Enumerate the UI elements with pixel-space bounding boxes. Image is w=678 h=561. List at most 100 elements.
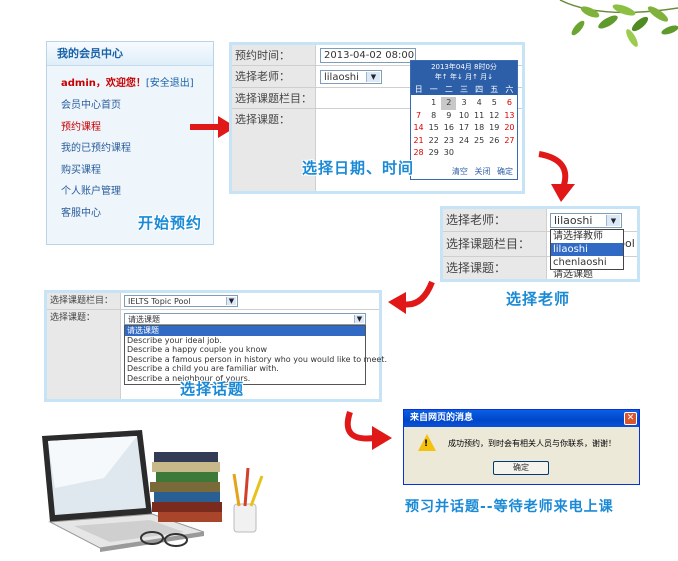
column-select-value: IELTS Topic Pool (128, 296, 191, 306)
curved-arrow-right-icon (344, 411, 392, 450)
calendar-day[interactable]: 20 (502, 122, 517, 135)
menu-item-buy-course[interactable]: 购买课程 (47, 160, 213, 182)
calendar-day[interactable]: 3 (456, 97, 471, 110)
menu-item-account[interactable]: 个人账户管理 (47, 181, 213, 203)
calendar-day[interactable]: 27 (502, 135, 517, 148)
column-select[interactable]: IELTS Topic Pool ▼ (124, 295, 238, 307)
topic-option[interactable]: Describe a neighbour of yours. (125, 374, 365, 384)
time-input[interactable]: 2013-04-02 08:00 (320, 48, 416, 63)
greeting-user: admin，欢迎您！ (61, 78, 146, 89)
calendar-day[interactable]: 9 (441, 110, 456, 123)
calendar-day[interactable]: 24 (456, 135, 471, 148)
calendar-day[interactable]: 10 (456, 110, 471, 123)
teacher-dropdown-list[interactable]: 请选择教师 lilaoshi chenlaoshi (550, 229, 624, 270)
calendar-day[interactable]: 7 (411, 110, 426, 123)
calendar-close-button[interactable]: 关闭 (474, 167, 490, 176)
menu-item-book-course[interactable]: 预约课程 (47, 117, 213, 139)
calendar-day[interactable]: 23 (441, 135, 456, 148)
curved-arrow-down-icon (538, 151, 575, 202)
laptop-books-illustration (42, 430, 264, 552)
topic-dropdown-list[interactable]: 请选课题 Describe your ideal job. Describe a… (124, 325, 387, 385)
calendar-day[interactable]: 30 (441, 147, 456, 160)
topic-option[interactable]: 请选课题 (125, 326, 365, 336)
calendar-day[interactable]: 6 (502, 97, 517, 110)
date-picker[interactable]: 2013年04月 8时0分 年↑ 年↓ 月↑ 月↓ 日一二三四五六 123456… (410, 60, 518, 180)
topic-option[interactable]: Describe your ideal job. (125, 336, 365, 346)
column-label-2: 选择课题栏目： (443, 232, 547, 256)
caption-select-teacher: 选择老师 (506, 290, 571, 308)
leaves-decoration (559, 0, 678, 47)
time-value: 2013-04-02 08:00 (324, 50, 415, 61)
dialog-titlebar: 来自网页的消息 ✕ (404, 410, 639, 427)
calendar-weekday: 五 (490, 85, 499, 94)
teacher-option[interactable]: 请选择教师 (551, 230, 623, 243)
logout-link[interactable]: [安全退出] (146, 78, 194, 89)
calendar-weekday: 一 (429, 85, 438, 94)
chevron-down-icon: ▼ (606, 215, 620, 226)
caption-wait-teacher: 预习并话题--等待老师来电上课 (405, 499, 614, 515)
calendar-day[interactable]: 11 (472, 110, 487, 123)
topic-label: 选择课题： (232, 109, 316, 131)
warning-icon-mark: ! (424, 439, 429, 449)
calendar-day[interactable]: 26 (487, 135, 502, 148)
calendar-day[interactable]: 4 (472, 97, 487, 110)
calendar-confirm-button[interactable]: 确定 (497, 167, 513, 176)
member-center-title: 我的会员中心 (47, 42, 213, 66)
greeting: admin，欢迎您！[安全退出] (47, 66, 213, 89)
menu-item-booked-courses[interactable]: 我的已预约课程 (47, 138, 213, 160)
column-label-3: 选择课题栏目： (47, 293, 121, 309)
teacher-select-2[interactable]: lilaoshi ▼ (550, 213, 622, 228)
column-label: 选择课题栏目： (232, 88, 316, 108)
calendar-day[interactable]: 8 (426, 110, 441, 123)
calendar-day[interactable]: 12 (487, 110, 502, 123)
caption-select-datetime: 选择日期、时间 (302, 159, 415, 177)
topic-option[interactable]: Describe a famous person in history who … (125, 355, 387, 365)
topic-option[interactable]: Describe a happy couple you know (125, 345, 365, 355)
member-menu: 会员中心首页 预约课程 我的已预约课程 购买课程 个人账户管理 客服中心 (47, 95, 213, 224)
calendar-day[interactable]: 25 (472, 135, 487, 148)
calendar-weekday: 四 (475, 85, 484, 94)
calendar-day[interactable]: 19 (487, 122, 502, 135)
topic-select[interactable]: 请选课题 ▼ (124, 313, 366, 325)
calendar-day[interactable]: 14 (411, 122, 426, 135)
calendar-day[interactable]: 17 (456, 122, 471, 135)
calendar-clear-button[interactable]: 清空 (452, 167, 468, 176)
calendar-weekday: 三 (459, 85, 468, 94)
caption-start-booking: 开始预约 (138, 214, 203, 232)
label-column-filler-3 (47, 327, 121, 399)
calendar-nav[interactable]: 年↑ 年↓ 月↑ 月↓ (411, 72, 517, 82)
calendar-day[interactable]: 21 (411, 135, 426, 148)
calendar-day[interactable]: 2 (441, 97, 457, 110)
time-label: 预约时间： (232, 45, 316, 65)
teacher-option[interactable]: chenlaoshi (551, 256, 623, 269)
calendar-day[interactable]: 13 (502, 110, 517, 123)
topic-option[interactable]: Describe a child you are familiar with. (125, 364, 365, 374)
menu-item-home[interactable]: 会员中心首页 (47, 95, 213, 117)
calendar-footer: 清空 关闭 确定 (448, 166, 513, 177)
calendar-day[interactable]: 22 (426, 135, 441, 148)
calendar-day[interactable]: 1 (426, 97, 441, 110)
calendar-month-label: 2013年04月 8时0分 (431, 63, 497, 71)
calendar-day[interactable]: 5 (487, 97, 502, 110)
calendar-day[interactable]: 15 (426, 122, 441, 135)
close-icon[interactable]: ✕ (624, 412, 637, 425)
ok-button[interactable]: 确定 (493, 461, 549, 475)
teacher-option[interactable]: lilaoshi (551, 243, 623, 256)
chevron-down-icon: ▼ (226, 297, 236, 305)
topic-label-3: 选择课题： (47, 310, 121, 327)
teacher-select[interactable]: lilaoshi ▼ (320, 70, 382, 84)
teacher-label: 选择老师： (232, 66, 316, 87)
chevron-down-icon: ▼ (366, 72, 380, 82)
calendar-day[interactable]: 16 (441, 122, 456, 135)
calendar-day (411, 97, 426, 110)
chevron-down-icon: ▼ (354, 315, 364, 323)
dialog-message: 成功预约，到时会有相关人员与你联系，谢谢！ (448, 439, 616, 448)
calendar-weekdays: 日一二三四五六 (411, 84, 517, 95)
calendar-days[interactable]: 1 2 3 4 5 6 7 8 9 10 11 12 13 14 15 16 17 18 19 20 21 22 23 24 2… (411, 95, 517, 160)
teacher-label-2: 选择老师： (443, 209, 547, 231)
calendar-day[interactable]: 18 (472, 122, 487, 135)
teacher-select-2-value: lilaoshi (554, 214, 593, 227)
curved-arrow-left-icon (388, 280, 435, 314)
calendar-day[interactable]: 29 (426, 147, 441, 160)
teacher-select-value: lilaoshi (324, 71, 359, 83)
